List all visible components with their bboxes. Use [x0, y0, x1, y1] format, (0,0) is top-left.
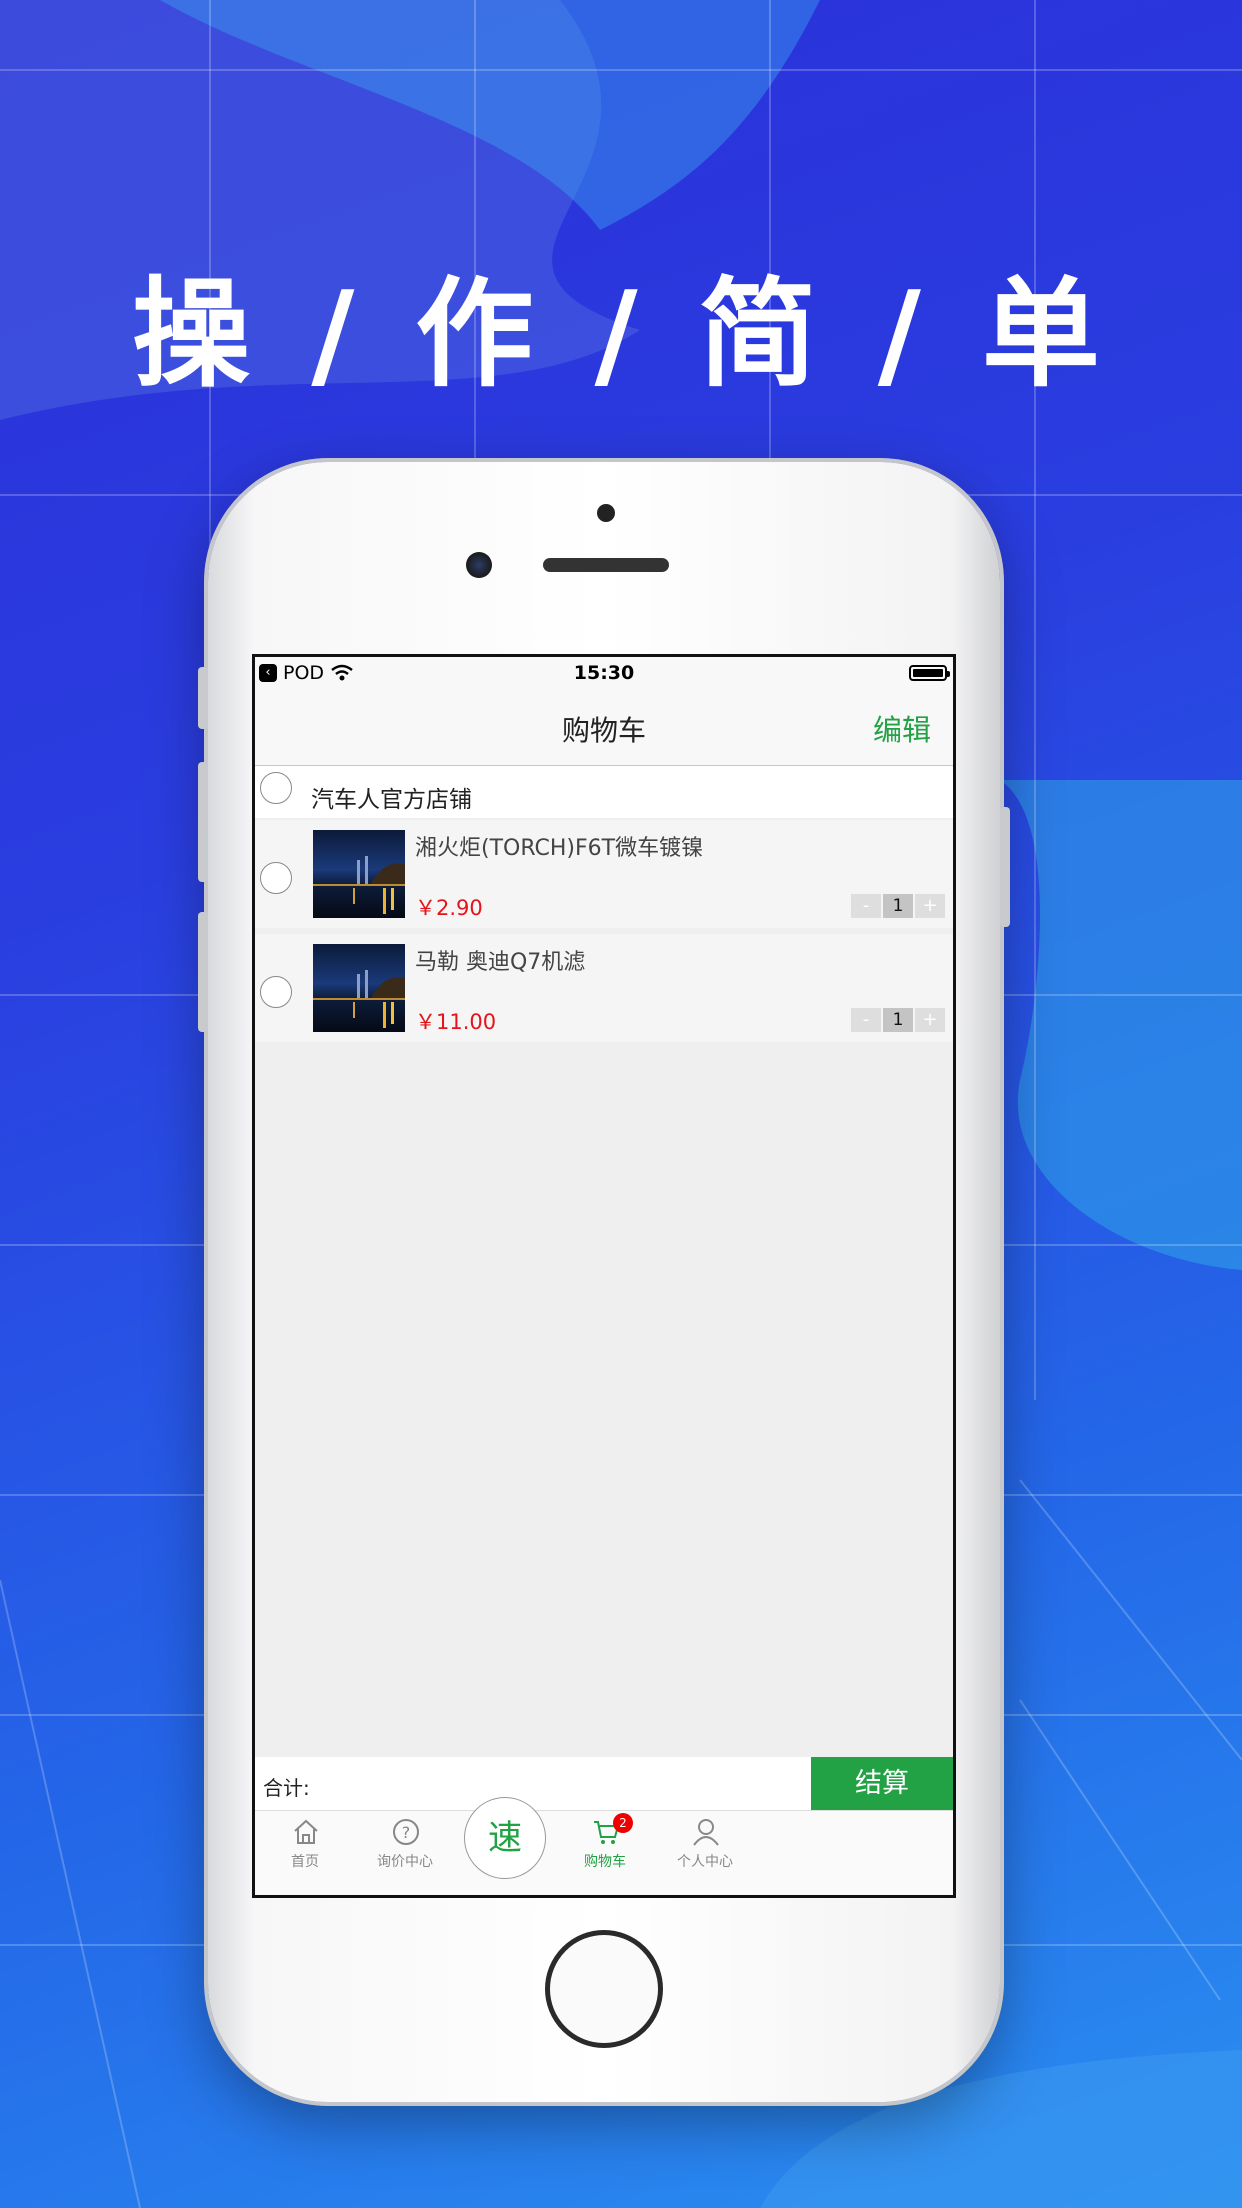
headline: 操 / 作 / 简 / 单	[132, 265, 1110, 403]
cart-badge: 2	[613, 1813, 633, 1833]
question-icon: ?	[393, 1819, 419, 1845]
quantity-stepper: - 1 +	[851, 894, 945, 918]
item-title[interactable]: 湘火炬(TORCH)F6T微车镀镍	[415, 830, 703, 862]
item-price: ￥11.00	[415, 1010, 497, 1034]
proximity-sensor	[597, 504, 615, 522]
volume-down-button	[198, 912, 208, 1032]
store-row[interactable]: 汽车人官方店铺	[255, 766, 953, 818]
product-image[interactable]	[313, 944, 405, 1032]
quantity-value[interactable]: 1	[883, 1008, 913, 1032]
tab-home[interactable]: 首页	[255, 1811, 355, 1895]
app-screen: ‹ POD 15:30 购物车 编辑 汽车人官方店铺 湘火炬(TORCH)F6T…	[252, 654, 956, 1898]
svg-text:?: ?	[402, 1823, 411, 1842]
product-image[interactable]	[313, 830, 405, 918]
mute-switch	[198, 667, 208, 729]
item-select-radio[interactable]	[260, 862, 292, 894]
home-icon	[294, 1819, 318, 1844]
store-select-radio[interactable]	[260, 772, 292, 804]
tab-profile[interactable]: 个人中心	[655, 1811, 755, 1895]
item-price: ￥2.90	[415, 896, 483, 920]
tab-cart[interactable]: 2 购物车	[555, 1811, 655, 1895]
cart-item[interactable]: 马勒 奥迪Q7机滤 ￥11.00 - 1 +	[255, 934, 953, 1042]
nav-bar: 购物车 编辑	[255, 689, 953, 766]
item-title[interactable]: 马勒 奥迪Q7机滤	[415, 944, 585, 976]
increase-button[interactable]: +	[915, 1008, 945, 1032]
quantity-stepper: - 1 +	[851, 1008, 945, 1032]
tab-label: 个人中心	[677, 1854, 733, 1870]
volume-up-button	[198, 762, 208, 882]
edit-button[interactable]: 编辑	[873, 707, 931, 749]
checkout-button[interactable]: 结算	[811, 1757, 953, 1810]
phone-frame: ‹ POD 15:30 购物车 编辑 汽车人官方店铺 湘火炬(TORCH)F6T…	[198, 462, 1010, 2102]
total-label: 合计:	[263, 1776, 310, 1800]
clock: 15:30	[573, 662, 635, 684]
power-button	[1000, 807, 1010, 927]
tab-label: 首页	[291, 1854, 319, 1870]
battery-icon	[909, 665, 950, 681]
earpiece-speaker	[543, 558, 669, 572]
speed-button[interactable]: 速	[464, 1797, 546, 1879]
tab-inquiry[interactable]: ? 询价中心	[355, 1811, 455, 1895]
tab-label: 询价中心	[377, 1854, 433, 1870]
tab-bar: 首页 ? 询价中心 2 购物车 个人中心	[255, 1810, 953, 1895]
user-icon	[693, 1819, 719, 1846]
quantity-value[interactable]: 1	[883, 894, 913, 918]
decrease-button[interactable]: -	[851, 1008, 881, 1032]
checkout-bar: 合计: 结算	[255, 1757, 953, 1810]
cart-item[interactable]: 湘火炬(TORCH)F6T微车镀镍 ￥2.90 - 1 +	[255, 820, 953, 928]
status-bar: ‹ POD 15:30	[255, 657, 953, 689]
page-title: 购物车	[561, 714, 646, 747]
store-name: 汽车人官方店铺	[311, 787, 472, 813]
increase-button[interactable]: +	[915, 894, 945, 918]
tab-label: 购物车	[584, 1854, 626, 1870]
front-camera	[466, 552, 492, 578]
home-button[interactable]	[545, 1930, 663, 2048]
item-select-radio[interactable]	[260, 976, 292, 1008]
decrease-button[interactable]: -	[851, 894, 881, 918]
